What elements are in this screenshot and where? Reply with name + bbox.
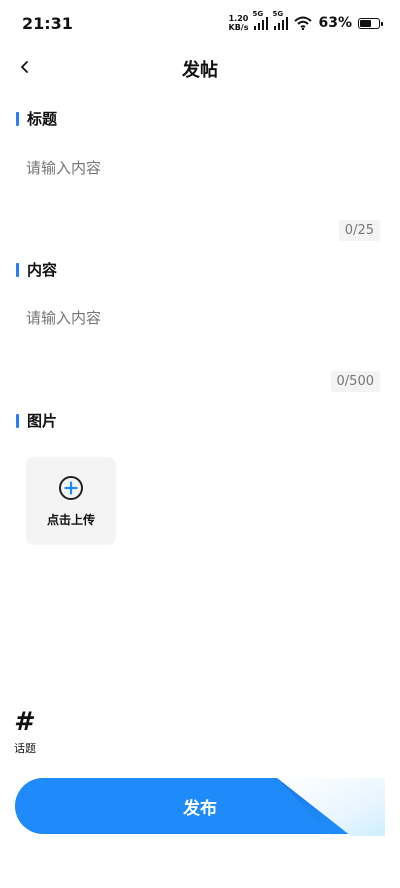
hashtag-icon: # bbox=[14, 707, 33, 737]
status-icons: 1.20 KB/s 5G 5G 63% bbox=[229, 10, 383, 32]
battery-icon bbox=[358, 17, 383, 29]
content-char-counter: 0/500 bbox=[330, 371, 380, 392]
content-textarea[interactable] bbox=[26, 307, 376, 363]
status-time: 21:31 bbox=[22, 14, 73, 33]
topic-button[interactable]: # 话题 bbox=[14, 707, 36, 756]
network-speed-value: 1.20 bbox=[228, 14, 249, 23]
title-char-counter: 0/25 bbox=[338, 220, 380, 241]
battery-fill bbox=[360, 19, 372, 27]
network-speed-unit: KB/s bbox=[228, 23, 249, 32]
image-label: 图片 bbox=[27, 412, 58, 430]
battery-percent: 63% bbox=[318, 15, 352, 31]
content-section-label: 内容 bbox=[16, 259, 57, 280]
signal-icon: 5G bbox=[272, 10, 289, 30]
plus-circle-icon bbox=[59, 475, 83, 500]
title-label: 标题 bbox=[27, 110, 58, 128]
upload-label: 点击上传 bbox=[46, 512, 95, 527]
signal-label: 5G bbox=[252, 10, 264, 18]
wifi-icon bbox=[294, 16, 313, 30]
signal-icon: 5G bbox=[252, 10, 269, 30]
page-title: 发帖 bbox=[182, 60, 218, 81]
topic-label: 话题 bbox=[14, 742, 36, 755]
nav-header: 发帖 bbox=[0, 48, 400, 88]
publish-label: 发布 bbox=[183, 798, 217, 819]
network-speed: 1.20 KB/s bbox=[229, 14, 249, 32]
section-accent-bar bbox=[16, 413, 19, 428]
image-upload-button[interactable]: 点击上传 bbox=[26, 457, 116, 545]
section-accent-bar bbox=[16, 111, 19, 126]
signal-label: 5G bbox=[272, 10, 284, 18]
section-accent-bar bbox=[16, 262, 19, 277]
image-section-label: 图片 bbox=[16, 410, 57, 431]
publish-area: 发布 bbox=[15, 776, 385, 836]
page-curl-decoration bbox=[277, 778, 385, 836]
title-input[interactable] bbox=[26, 156, 376, 180]
content-label: 内容 bbox=[27, 261, 58, 279]
status-bar: 21:31 1.20 KB/s 5G 5G 63% bbox=[0, 0, 400, 48]
title-section-label: 标题 bbox=[16, 108, 57, 129]
